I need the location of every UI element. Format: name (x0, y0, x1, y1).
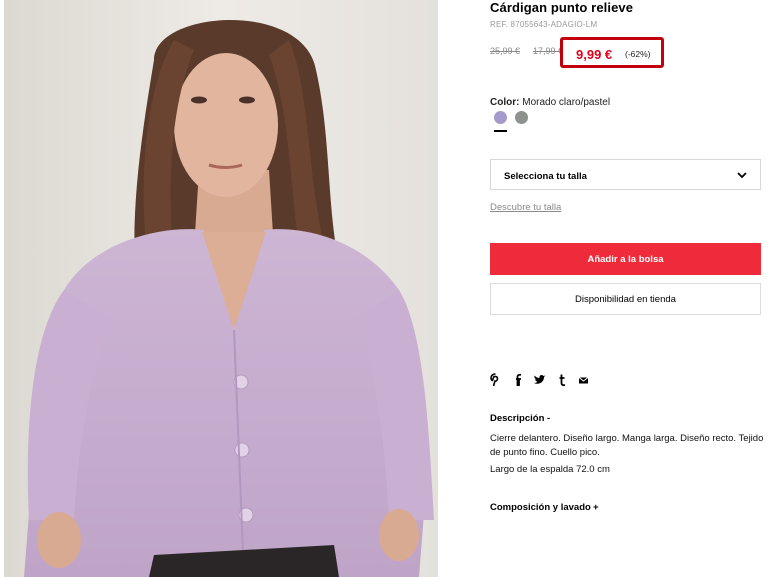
color-label: Color: (490, 97, 520, 108)
twitter-icon[interactable] (533, 373, 546, 387)
size-select-placeholder: Selecciona tu talla (504, 171, 587, 182)
tumblr-icon[interactable] (558, 373, 566, 387)
composition-title[interactable]: Composición y lavado (490, 502, 591, 513)
discount-percentage: (-62%) (625, 49, 651, 59)
color-info: Color: Morado claro/pastel (490, 97, 610, 108)
current-price: 9,99 € (576, 47, 613, 62)
product-reference: REF. 87055643-ADAGIO-LM (490, 20, 598, 29)
size-guide-link[interactable]: Descubre tu talla (490, 202, 561, 213)
previous-price: 17,99 € (533, 46, 564, 56)
back-length-text: Largo de la espalda 72.0 cm (490, 464, 610, 475)
color-swatch-lilac[interactable] (494, 111, 507, 124)
description-text: Cierre delantero. Diseño largo. Manga la… (490, 433, 764, 458)
facebook-icon[interactable] (514, 373, 522, 387)
color-swatch-grey-green[interactable] (515, 111, 528, 124)
description-collapse-toggle[interactable]: - (547, 413, 550, 424)
color-value: Morado claro/pastel (522, 97, 611, 108)
store-availability-button[interactable]: Disponibilidad en tienda (490, 283, 761, 315)
description-title[interactable]: Descripción (490, 413, 544, 424)
size-select[interactable]: Selecciona tu talla (490, 159, 761, 190)
product-photo (4, 0, 438, 577)
original-price: 25,99 € (490, 46, 521, 56)
composition-expand-toggle[interactable]: + (593, 502, 599, 513)
add-to-bag-button[interactable]: Añadir a la bolsa (490, 243, 761, 275)
pinterest-icon[interactable] (490, 373, 501, 387)
store-availability-label: Disponibilidad en tienda (575, 294, 676, 305)
selected-swatch-indicator (494, 130, 507, 132)
email-icon[interactable] (578, 373, 589, 387)
add-to-bag-label: Añadir a la bolsa (587, 254, 664, 265)
product-title: Cárdigan punto relieve (490, 0, 634, 15)
chevron-down-icon (737, 172, 747, 179)
price-highlight-box: 9,99 € (-62%) (560, 37, 664, 68)
